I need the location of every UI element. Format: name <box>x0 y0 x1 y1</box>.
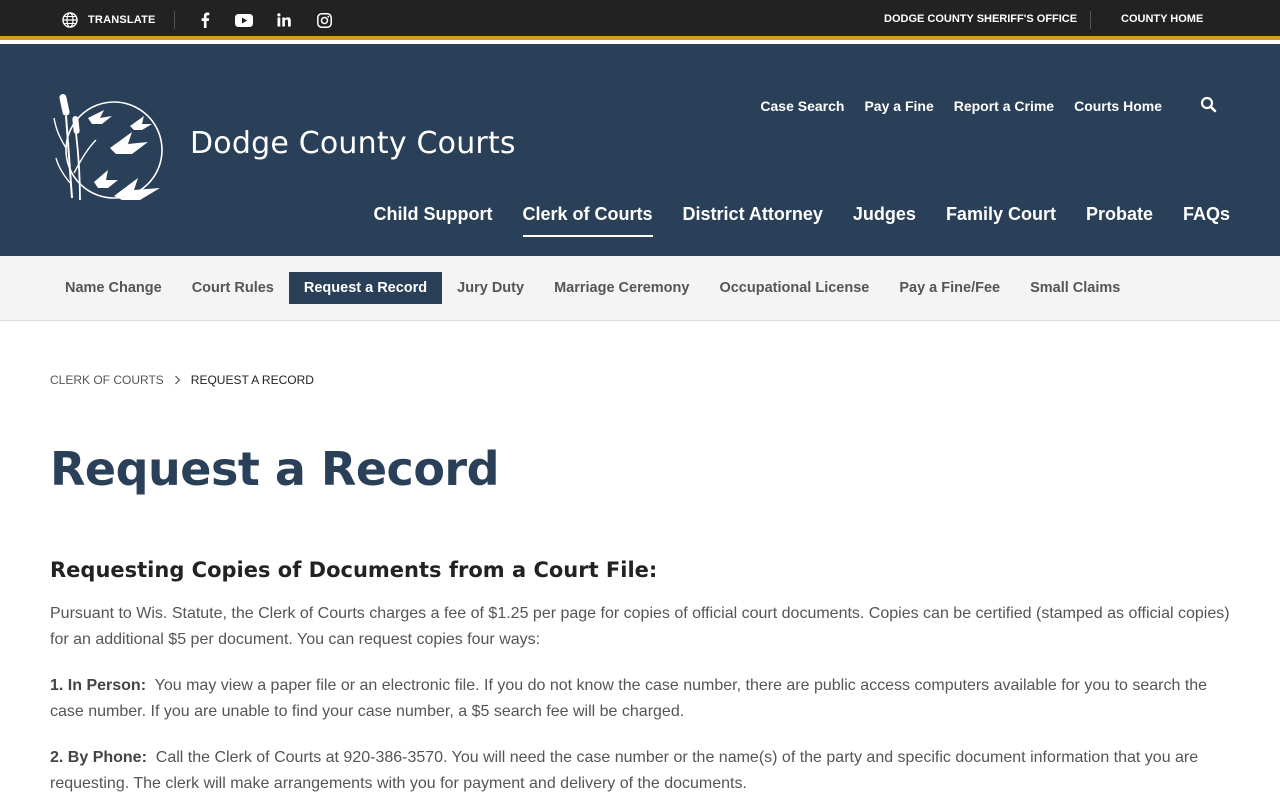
courts-home-link[interactable]: Courts Home <box>1074 98 1162 114</box>
county-home-link[interactable]: COUNTY HOME <box>1121 13 1203 25</box>
translate-button[interactable]: TRANSLATE <box>62 11 156 29</box>
subnav-request-a-record[interactable]: Request a Record <box>288 272 443 304</box>
in-person-label: 1. In Person: <box>50 677 147 694</box>
case-search-link[interactable]: Case Search <box>760 98 844 114</box>
in-person-text: You may view a paper file or an electron… <box>50 677 1208 720</box>
by-phone-paragraph: 2. By Phone: Call the Clerk of Courts at… <box>50 745 1230 797</box>
breadcrumb-clerk-of-courts[interactable]: CLERK OF COURTS <box>50 373 164 387</box>
subnav-marriage-ceremony[interactable]: Marriage Ceremony <box>539 272 704 304</box>
facebook-icon[interactable] <box>194 10 216 30</box>
site-header: Dodge County Courts Case Search Pay a Fi… <box>0 44 1280 256</box>
section-subnav: Name Change Court Rules Request a Record… <box>0 256 1280 321</box>
page-title: Request a Record <box>50 442 500 496</box>
site-title: Dodge County Courts <box>190 126 516 161</box>
breadcrumb: CLERK OF COURTS REQUEST A RECORD <box>50 373 314 387</box>
divider <box>1090 11 1091 29</box>
nav-family-court[interactable]: Family Court <box>946 204 1056 237</box>
chevron-right-icon <box>174 375 181 385</box>
intro-paragraph: Pursuant to Wis. Statute, the Clerk of C… <box>50 605 1230 648</box>
geese-cattail-logo-icon <box>53 94 163 201</box>
main-nav: Child Support Clerk of Courts District A… <box>374 204 1230 237</box>
nav-clerk-of-courts[interactable]: Clerk of Courts <box>522 204 653 237</box>
search-button[interactable] <box>1200 96 1220 116</box>
translate-label: TRANSLATE <box>88 14 156 26</box>
nav-child-support[interactable]: Child Support <box>374 204 493 237</box>
nav-faqs[interactable]: FAQs <box>1183 204 1230 237</box>
sheriff-office-link[interactable]: DODGE COUNTY SHERIFF'S OFFICE <box>884 13 1077 25</box>
subnav-jury-duty[interactable]: Jury Duty <box>442 272 539 304</box>
in-person-paragraph: 1. In Person: You may view a paper file … <box>50 673 1230 725</box>
instagram-icon[interactable] <box>313 10 335 30</box>
breadcrumb-current: REQUEST A RECORD <box>190 373 314 387</box>
by-phone-text: Call the Clerk of Courts at 920-386-3570… <box>50 749 1199 792</box>
secondary-nav: Case Search Pay a Fine Report a Crime Co… <box>760 98 1162 114</box>
subnav-name-change[interactable]: Name Change <box>50 272 177 304</box>
by-phone-label: 2. By Phone: <box>50 749 147 766</box>
section-heading: Requesting Copies of Documents from a Co… <box>50 558 658 582</box>
linkedin-icon[interactable] <box>273 10 295 30</box>
divider <box>174 11 175 29</box>
subnav-occupational-license[interactable]: Occupational License <box>704 272 884 304</box>
nav-district-attorney[interactable]: District Attorney <box>683 204 823 237</box>
pay-a-fine-link[interactable]: Pay a Fine <box>864 98 933 114</box>
subnav-pay-a-fine-fee[interactable]: Pay a Fine/Fee <box>884 272 1015 304</box>
site-logo[interactable] <box>52 88 170 204</box>
search-icon <box>1200 96 1217 113</box>
nav-probate[interactable]: Probate <box>1086 204 1153 237</box>
nav-judges[interactable]: Judges <box>853 204 916 237</box>
subnav-court-rules[interactable]: Court Rules <box>177 272 289 304</box>
report-a-crime-link[interactable]: Report a Crime <box>954 98 1054 114</box>
globe-icon <box>62 12 78 28</box>
youtube-icon[interactable] <box>233 10 255 30</box>
utility-bar: TRANSLATE DODGE COUNTY SHERIFF'S OFFICE … <box>0 0 1280 40</box>
subnav-small-claims[interactable]: Small Claims <box>1015 272 1135 304</box>
